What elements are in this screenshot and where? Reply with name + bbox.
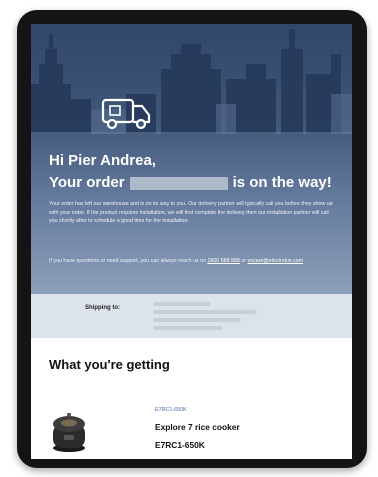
product-model: E7RC1-650K [155,440,205,450]
redacted-address-line [153,310,257,314]
section-title: What you're getting [49,357,170,372]
product-name: Explore 7 rice cooker [155,422,240,432]
order-status-heading: Your order is on the way! [49,174,332,192]
redacted-address-line [153,326,223,330]
shipping-section [31,294,352,338]
order-prefix-text: Your order [49,174,125,191]
order-suffix-text: is on the way! [232,174,332,191]
city-skyline-illustration [31,29,352,134]
product-sku: E7RC1-650K [155,407,187,413]
support-text: If you have questions or need support, y… [49,258,206,264]
email-hero-banner: Hi Pier Andrea, Your order is on the way!… [31,24,352,294]
support-phone-link[interactable]: 1800 588 888 [207,258,239,264]
tablet-frame: Hi Pier Andrea, Your order is on the way!… [17,10,367,468]
redacted-order-number [129,176,228,190]
redacted-address-line [153,302,211,306]
greeting-heading: Hi Pier Andrea, [49,152,156,169]
support-email-link[interactable]: vncare@electrolux.com [248,258,303,264]
delivery-truck-icon [101,98,151,130]
rice-cooker-image [53,413,85,452]
support-or-text: or [241,258,247,264]
redacted-address-line [153,318,241,322]
shipping-label: Shipping to: [85,305,120,311]
support-paragraph: If you have questions or need support, y… [49,257,337,266]
delivery-info-paragraph: Your order has left our warehouse and is… [49,201,333,225]
email-screen: Hi Pier Andrea, Your order is on the way!… [31,24,352,459]
